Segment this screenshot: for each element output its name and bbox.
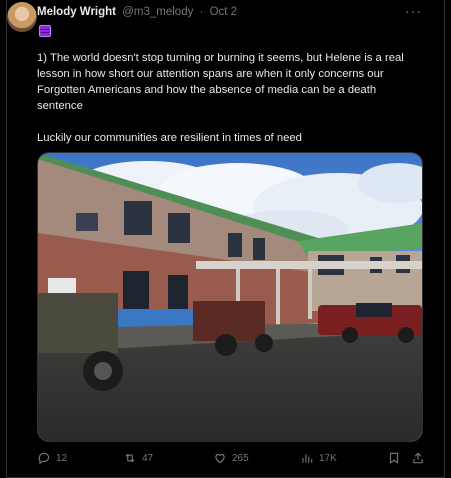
- repost-button[interactable]: 47: [123, 451, 153, 465]
- like-count: 265: [232, 452, 249, 464]
- tweet-actions: 12 47 265 17K: [37, 451, 429, 469]
- tweet-text: 1) The world doesn't stop turning or bur…: [37, 50, 422, 146]
- separator-dot: ·: [199, 6, 204, 18]
- repost-icon: [125, 453, 135, 463]
- heart-icon: [215, 454, 225, 464]
- repost-count: 47: [142, 452, 154, 464]
- tweet-paragraph-2: Luckily our communities are resilient in…: [37, 132, 302, 144]
- bookmark-button[interactable]: [387, 451, 401, 465]
- reply-icon: [38, 452, 50, 465]
- avatar[interactable]: [7, 2, 37, 32]
- photo-school-building: [38, 153, 422, 441]
- tweet-card: Melody Wright @m3_melody · Oct 2 ··· 1) …: [6, 0, 445, 478]
- author-name[interactable]: Melody Wright: [37, 6, 116, 18]
- tweet-photo[interactable]: [37, 152, 423, 442]
- abacus-emoji-icon: [39, 25, 51, 37]
- reply-count: 12: [56, 452, 68, 464]
- share-button[interactable]: [411, 451, 425, 465]
- views-button[interactable]: 17K: [300, 451, 337, 465]
- author-handle[interactable]: @m3_melody: [122, 6, 193, 18]
- bookmark-icon: [389, 452, 399, 464]
- like-button[interactable]: 265: [213, 451, 249, 465]
- tweet-paragraph-1: 1) The world doesn't stop turning or bur…: [37, 52, 404, 112]
- tweet-date[interactable]: Oct 2: [210, 6, 237, 18]
- tweet-header: Melody Wright @m3_melody · Oct 2: [37, 6, 237, 18]
- reply-button[interactable]: 12: [37, 451, 67, 465]
- views-icon: [302, 454, 313, 463]
- share-icon: [413, 452, 423, 464]
- views-count: 17K: [319, 452, 337, 464]
- more-options-icon[interactable]: ···: [405, 3, 422, 19]
